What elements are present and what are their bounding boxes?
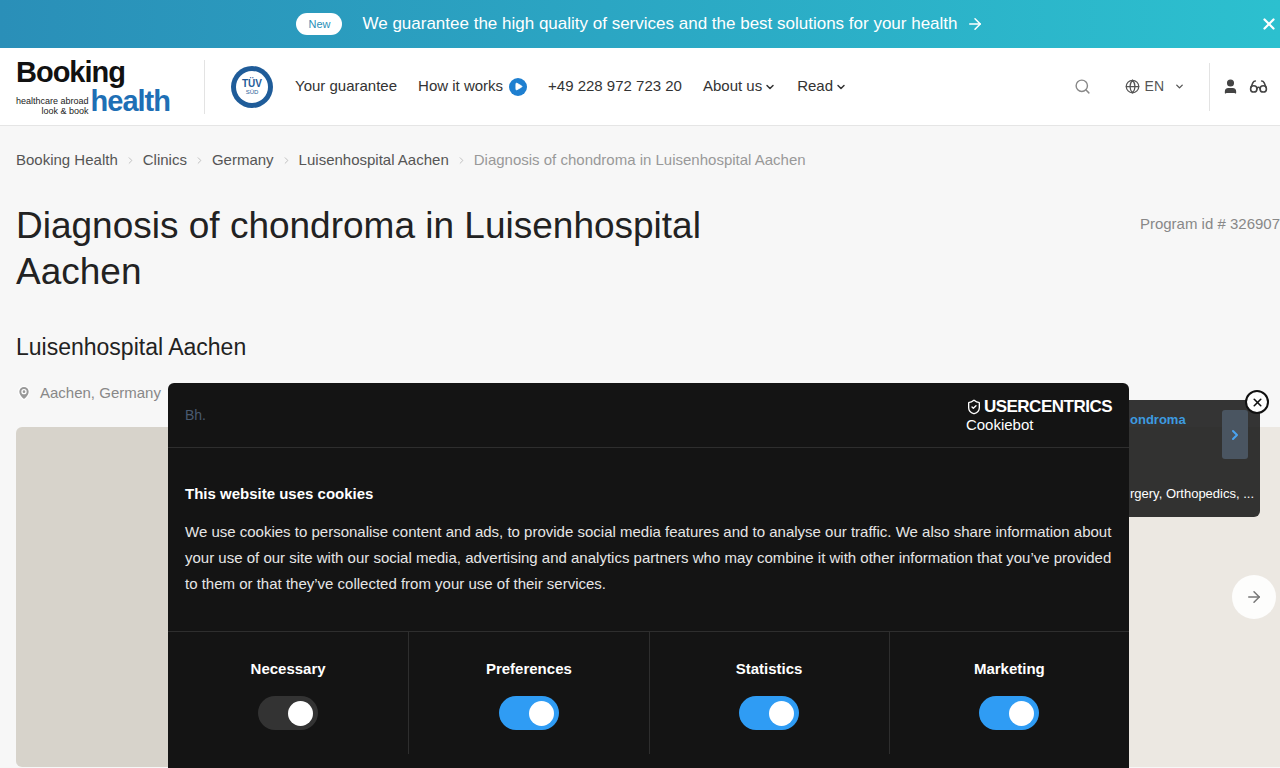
top-banner[interactable]: New We guarantee the high quality of serv… — [0, 0, 1280, 48]
glasses-icon[interactable] — [1249, 77, 1268, 96]
cookiebot-logo: USERCENTRICSCookiebot — [966, 398, 1112, 432]
nav-item[interactable]: How it works — [418, 75, 527, 98]
category-label: Statistics — [736, 658, 803, 681]
cookie-category: Necessary — [168, 632, 408, 755]
breadcrumb-item: Diagnosis of chondroma in Luisenhospital… — [474, 149, 806, 172]
toggle-switch[interactable] — [979, 696, 1039, 730]
user-icon[interactable] — [1222, 78, 1239, 95]
close-icon[interactable] — [1260, 15, 1278, 33]
shield-icon — [966, 399, 982, 415]
arrow-icon — [966, 15, 984, 33]
separator-icon — [125, 155, 136, 166]
separator-icon — [281, 155, 292, 166]
gallery-next-button[interactable] — [1232, 575, 1276, 619]
arrow-icon — [1245, 588, 1263, 606]
card-close-button[interactable] — [1245, 390, 1269, 414]
page: New We guarantee the high quality of serv… — [0, 0, 1280, 768]
toggle-knob — [769, 701, 794, 726]
toggle-knob — [529, 701, 554, 726]
card-next-button[interactable] — [1222, 410, 1248, 459]
toggle-switch[interactable] — [739, 696, 799, 730]
category-label: Marketing — [974, 658, 1045, 681]
toggle-knob — [288, 701, 313, 726]
search-icon[interactable] — [1074, 78, 1091, 95]
breadcrumb-item[interactable]: Germany — [212, 149, 274, 172]
category-label: Necessary — [251, 658, 326, 681]
cookie-dialog: Bh. USERCENTRICSCookiebot This website use… — [168, 383, 1129, 768]
caret-icon — [1174, 81, 1185, 92]
breadcrumb-item[interactable]: Luisenhospital Aachen — [299, 149, 449, 172]
nav-item[interactable]: Your guarantee — [295, 75, 397, 98]
chevron-icon — [1227, 427, 1243, 443]
breadcrumb-item[interactable]: Clinics — [143, 149, 187, 172]
header: Bookinghealthcare abroadlook & bookhealt… — [0, 48, 1280, 126]
nav-item[interactable]: Read — [797, 75, 847, 98]
clinic-name[interactable]: Luisenhospital Aachen — [0, 295, 1280, 365]
pin-icon — [16, 384, 32, 402]
program-id: Program id # 326907 — [1140, 203, 1280, 295]
dialog-text: We use cookies to personalise content an… — [185, 519, 1112, 597]
cookie-category: Preferences — [408, 632, 648, 755]
banner-text: We guarantee the high quality of service… — [362, 11, 957, 37]
dialog-heading: This website uses cookies — [185, 483, 1112, 506]
main-nav: Your guarantee How it works +49 228 972 72… — [295, 75, 847, 98]
cookie-category: Marketing — [889, 632, 1129, 755]
caret-icon — [835, 81, 847, 93]
toggle-switch — [258, 696, 318, 730]
category-label: Preferences — [486, 658, 572, 681]
toggle-switch[interactable] — [499, 696, 559, 730]
separator-icon — [456, 155, 467, 166]
play-icon — [509, 78, 527, 96]
nav-item[interactable]: About us — [703, 75, 776, 98]
dialog-header: Bh. USERCENTRICSCookiebot — [168, 383, 1129, 448]
logo[interactable]: Bookinghealthcare abroadlook & bookhealt… — [16, 58, 204, 116]
cookie-categories: Necessary Preferences Statistics Marketing — [168, 631, 1129, 755]
new-badge: New — [296, 13, 342, 36]
brand-logo: Bh. — [185, 405, 206, 426]
breadcrumb-item[interactable]: Booking Health — [16, 149, 118, 172]
close-icon — [1251, 396, 1264, 409]
language-selector[interactable]: EN — [1125, 76, 1185, 97]
separator-icon — [194, 155, 205, 166]
caret-icon — [764, 81, 776, 93]
tuv-badge: TÜVSÜD — [231, 66, 273, 108]
card-subtitle: rgery, Orthopedics, ... — [1130, 484, 1260, 508]
page-title: Diagnosis of chondroma in Luisenhospital… — [16, 203, 756, 295]
nav-item[interactable]: +49 228 972 723 20 — [548, 75, 682, 98]
globe-icon — [1125, 79, 1140, 94]
toggle-knob — [1009, 701, 1034, 726]
cookie-category: Statistics — [649, 632, 889, 755]
breadcrumb: Booking Health Clinics Germany Luisenhospit… — [0, 126, 1280, 172]
